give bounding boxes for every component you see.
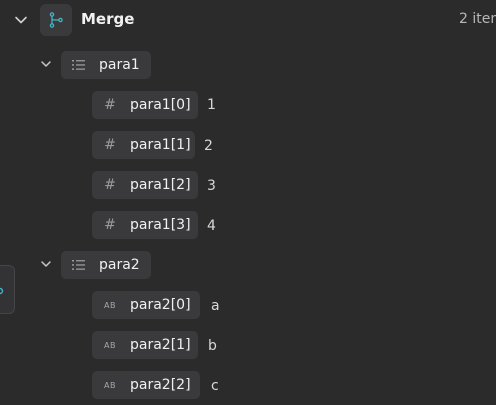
text-type-icon: AB — [104, 300, 116, 310]
group-label: para1 — [99, 57, 140, 73]
item-value: 1 — [207, 97, 216, 113]
text-type-icon: AB — [104, 340, 116, 350]
item-para2-0[interactable]: AB para2[0] — [92, 291, 200, 319]
collapse-chevron-para1[interactable] — [38, 56, 54, 72]
item-para1-2[interactable]: # para1[2] — [92, 171, 198, 199]
collapse-chevron-para2[interactable] — [38, 256, 54, 272]
item-para2-2[interactable]: AB para2[2] — [92, 371, 200, 399]
item-label: para1[0] — [130, 97, 191, 113]
item-para1-1[interactable]: # para1[1] — [92, 131, 195, 159]
item-label: para2[0] — [130, 297, 191, 313]
list-icon — [69, 255, 89, 275]
group-para2[interactable]: para2 — [61, 251, 151, 279]
item-para1-0[interactable]: # para1[0] — [92, 91, 198, 119]
hash-icon: # — [104, 97, 116, 113]
item-count: 2 item — [459, 11, 496, 27]
text-type-icon: AB — [104, 380, 116, 390]
item-label: para2[1] — [130, 337, 191, 353]
item-label: para1[2] — [130, 177, 191, 193]
merge-icon — [49, 12, 63, 28]
item-label: para1[1] — [130, 137, 191, 153]
item-value: 4 — [207, 218, 216, 234]
group-para1[interactable]: para1 — [61, 51, 151, 79]
collapse-chevron-merge[interactable] — [13, 12, 29, 28]
item-value: c — [211, 378, 219, 394]
item-value: b — [208, 338, 217, 354]
item-value: 2 — [204, 138, 213, 154]
link-icon — [0, 287, 4, 295]
hash-icon: # — [104, 177, 116, 193]
item-value: 3 — [207, 178, 216, 194]
item-para2-1[interactable]: AB para2[1] — [92, 331, 198, 359]
group-label: para2 — [99, 257, 140, 273]
merge-node-icon-box — [40, 4, 72, 36]
item-label: para2[2] — [130, 377, 191, 393]
node-title: Merge — [81, 10, 135, 28]
item-para1-3[interactable]: # para1[3] — [92, 211, 198, 239]
item-value: a — [211, 298, 220, 314]
side-panel-tab[interactable] — [0, 265, 15, 314]
hash-icon: # — [104, 217, 116, 233]
list-icon — [69, 55, 89, 75]
hash-icon: # — [104, 137, 116, 153]
item-label: para1[3] — [130, 217, 191, 233]
